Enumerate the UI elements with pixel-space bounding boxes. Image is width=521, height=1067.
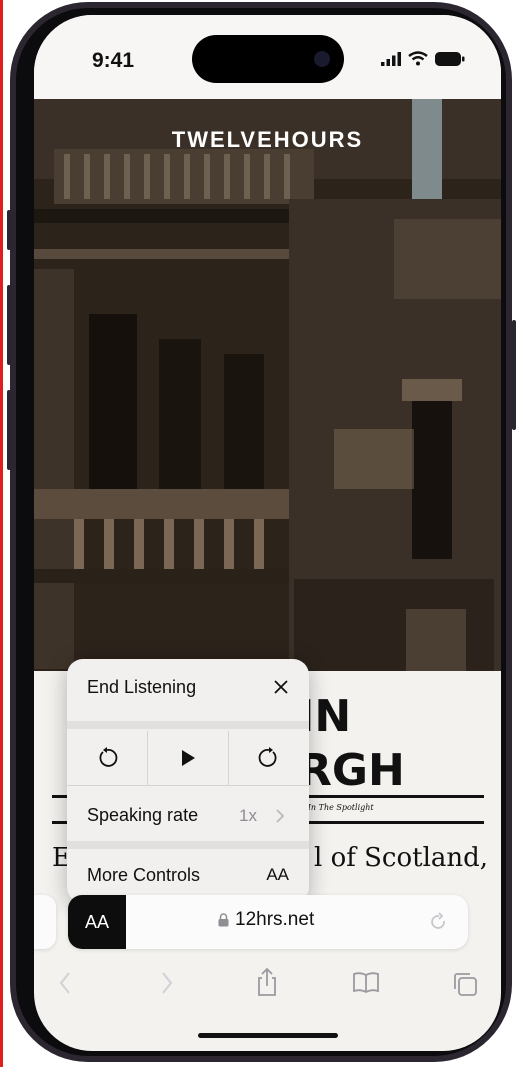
page-menu-button[interactable]: AA — [68, 895, 126, 949]
listening-controls-menu: End Listening Speaking rate 1x More Cont… — [67, 659, 309, 903]
address-bar[interactable]: AA 12hrs.net — [68, 895, 468, 949]
more-controls-label: More Controls — [87, 865, 201, 885]
dynamic-island — [192, 35, 344, 83]
speaking-rate-value: 1x — [239, 806, 257, 825]
skip-back-button[interactable] — [67, 731, 147, 785]
play-button[interactable] — [148, 731, 228, 785]
wifi-icon — [408, 51, 428, 66]
screen: 9:41 TWELVEHOURS IN RGH ce In The Spotli… — [34, 15, 501, 1051]
speaking-rate-label: Speaking rate — [87, 805, 199, 825]
reload-icon[interactable] — [430, 912, 448, 932]
power-button — [512, 320, 516, 430]
end-listening-row[interactable]: End Listening — [67, 665, 309, 709]
headline-line-2: RGH — [298, 745, 405, 796]
red-edge — [0, 0, 3, 1067]
site-logo[interactable]: TWELVEHOURS — [34, 127, 501, 153]
status-time: 9:41 — [92, 49, 135, 72]
tabs-icon[interactable] — [452, 971, 478, 997]
skip-forward-icon — [258, 747, 277, 767]
speaking-rate-row[interactable]: Speaking rate 1x — [67, 793, 309, 837]
bookmarks-icon[interactable] — [352, 971, 380, 993]
back-icon[interactable] — [58, 971, 72, 995]
more-controls-row[interactable]: More Controls AA — [67, 853, 309, 897]
forward-icon[interactable] — [160, 971, 174, 995]
home-indicator[interactable] — [198, 1033, 338, 1038]
skip-back-icon — [99, 747, 118, 767]
action-button — [7, 210, 11, 250]
chevron-right-icon — [276, 809, 285, 823]
divider-top — [296, 795, 484, 798]
body-text-right: l of Scotland, — [314, 843, 489, 873]
close-icon[interactable] — [273, 679, 289, 695]
battery-icon — [435, 51, 465, 66]
browser-toolbar — [34, 963, 501, 1015]
play-icon — [182, 750, 195, 766]
menu-separator — [67, 721, 309, 729]
volume-up-button — [7, 285, 11, 365]
end-listening-label: End Listening — [87, 677, 197, 697]
volume-down-button — [7, 390, 11, 470]
camera-icon — [314, 51, 330, 67]
lock-icon — [218, 913, 229, 927]
menu-separator — [67, 841, 309, 849]
url-text: 12hrs.net — [235, 909, 315, 930]
hero-image: TWELVEHOURS — [34, 99, 501, 671]
building-facade-image — [34, 99, 501, 671]
page-menu-label: AA — [84, 911, 109, 932]
url-display[interactable]: 12hrs.net — [218, 909, 314, 931]
status-icons — [381, 51, 465, 66]
signal-icon — [381, 51, 401, 66]
text-size-icon: AA — [266, 865, 289, 884]
share-icon[interactable] — [256, 967, 278, 997]
previous-tab-peek[interactable] — [34, 895, 56, 949]
menu-divider — [67, 785, 309, 786]
status-bar: 9:41 — [34, 15, 501, 99]
skip-forward-button[interactable] — [229, 731, 309, 785]
